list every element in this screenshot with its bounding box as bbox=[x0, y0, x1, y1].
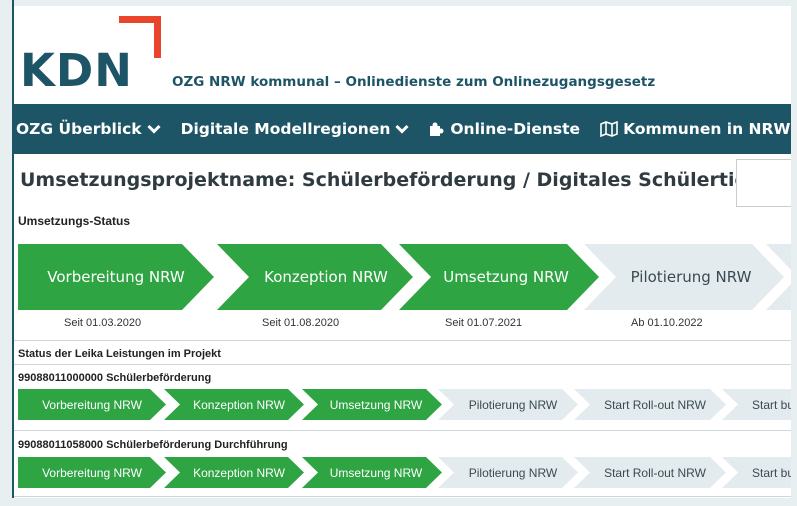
service-stage-vorbereitung: Vorbereitung NRW bbox=[18, 457, 166, 488]
stage-label: Vorbereitung NRW bbox=[42, 465, 142, 480]
nav-item-digitale-modellregionen[interactable]: Digitale Modellregionen bbox=[179, 120, 410, 138]
nav-item-kommunen-in-nrw[interactable]: Kommunen in NRW bbox=[598, 120, 791, 138]
map-icon bbox=[600, 121, 618, 137]
stage-vorbereitung: Vorbereitung NRW bbox=[18, 244, 214, 310]
puzzle-icon bbox=[429, 121, 445, 137]
stage-label: Pilotierung NRW bbox=[468, 397, 558, 412]
logo-corner-mark-vertical bbox=[154, 16, 161, 58]
nav-item-label: OZG Überblick bbox=[16, 120, 142, 138]
service-stage-umsetzung: Umsetzung NRW bbox=[302, 389, 442, 420]
stage-label: Umsetzung NRW bbox=[329, 465, 423, 480]
service-stage-konzeption: Konzeption NRW bbox=[164, 389, 304, 420]
nav-item-label: Digitale Modellregionen bbox=[180, 120, 391, 138]
nav-item-label: Online-Dienste bbox=[450, 120, 581, 138]
stage-date: Seit 01.07.2021 bbox=[445, 317, 523, 329]
stage-umsetzung: Umsetzung NRW bbox=[399, 244, 599, 310]
kdn-logo[interactable]: KDN bbox=[20, 48, 133, 93]
stage-label: Start bu bbox=[752, 397, 791, 412]
search-box[interactable] bbox=[736, 159, 791, 207]
service-stage-start-bu: Start bu bbox=[722, 389, 791, 420]
stage-konzeption: Konzeption NRW bbox=[217, 244, 413, 310]
stage-label: Umsetzung NRW bbox=[329, 397, 423, 412]
stage-date: Seit 01.08.2020 bbox=[262, 317, 340, 329]
stage-label: Konzeption NRW bbox=[264, 268, 388, 286]
nav-item-label: Kommunen in NRW bbox=[623, 120, 791, 138]
page: KDN OZG NRW kommunal – Onlinedienste zum… bbox=[14, 6, 791, 498]
page-title: Umsetzungsprojektname: Schülerbeförderun… bbox=[20, 169, 780, 191]
stage-label: Konzeption NRW bbox=[193, 465, 285, 480]
divider bbox=[14, 364, 791, 365]
service-stage-konzeption: Konzeption NRW bbox=[164, 457, 304, 488]
stage-label: Pilotierung NRW bbox=[630, 268, 752, 286]
divider bbox=[14, 340, 791, 341]
service-stage-pilotierung: Pilotierung NRW bbox=[438, 389, 578, 420]
nav-item-online-dienste[interactable]: Online-Dienste bbox=[427, 120, 580, 138]
stage-date: Ab 01.10.2022 bbox=[631, 317, 703, 329]
stage-label: Vorbereitung NRW bbox=[47, 268, 185, 286]
stage-date: Seit 01.03.2020 bbox=[64, 317, 142, 329]
chevron-down-icon bbox=[395, 124, 409, 134]
window-frame-bottom bbox=[0, 498, 797, 506]
stage-label: Start Roll-out NRW bbox=[604, 465, 706, 480]
service-name: 99088011000000 Schülerbeförderung bbox=[18, 372, 212, 384]
divider bbox=[14, 496, 791, 497]
stage-label: Start Roll-out NRW bbox=[604, 397, 706, 412]
service-stage-vorbereitung: Vorbereitung NRW bbox=[18, 389, 166, 420]
service-stage-rollout: Start Roll-out NRW bbox=[574, 389, 726, 420]
service-stage-pilotierung: Pilotierung NRW bbox=[438, 457, 578, 488]
window-frame-right bbox=[791, 0, 797, 506]
service-stage-start-bu: Start bu bbox=[722, 457, 791, 488]
stage-label: Konzeption NRW bbox=[193, 397, 285, 412]
service-stage-umsetzung: Umsetzung NRW bbox=[302, 457, 442, 488]
stage-label: Vorbereitung NRW bbox=[42, 397, 142, 412]
leika-section-label: Status der Leika Leistungen im Projekt bbox=[18, 348, 221, 360]
service-name: 99088011058000 Schülerbeförderung Durchf… bbox=[18, 439, 288, 451]
nav-item-ozg-ueberblick[interactable]: OZG Überblick bbox=[14, 120, 161, 138]
stage-pilotierung: Pilotierung NRW bbox=[584, 244, 784, 310]
divider bbox=[14, 430, 791, 431]
chevron-down-icon bbox=[147, 124, 161, 134]
status-label: Umsetzungs-Status bbox=[18, 214, 131, 228]
service-stage-rollout: Start Roll-out NRW bbox=[574, 457, 726, 488]
main-nav: OZG Überblick Digitale Modellregionen On… bbox=[14, 104, 791, 154]
site-title: OZG NRW kommunal – Onlinedienste zum Onl… bbox=[172, 74, 656, 90]
stage-label: Pilotierung NRW bbox=[468, 465, 558, 480]
stage-label: Start bu bbox=[752, 465, 791, 480]
stage-label: Umsetzung NRW bbox=[443, 268, 569, 286]
